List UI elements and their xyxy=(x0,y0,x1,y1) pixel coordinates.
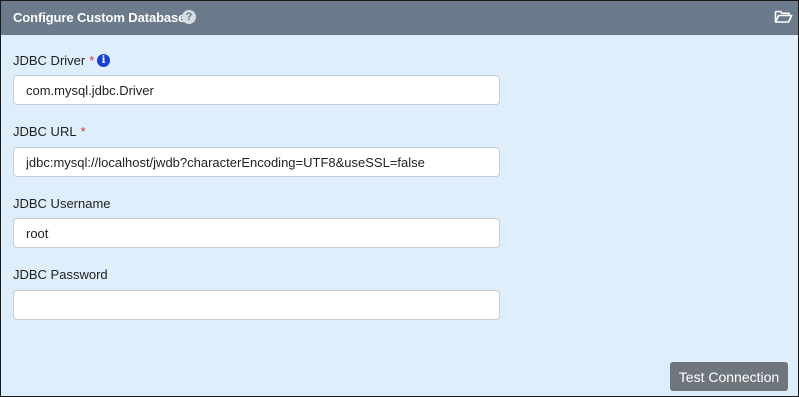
required-marker: * xyxy=(80,124,86,139)
jdbc-password-field[interactable] xyxy=(13,290,500,320)
required-marker: * xyxy=(89,53,95,68)
jdbc-username-label: JDBC Username xyxy=(13,196,111,211)
panel-title: Configure Custom Database xyxy=(13,10,186,25)
folder-open-icon[interactable] xyxy=(774,9,793,24)
question-circle-icon[interactable]: ? xyxy=(182,10,196,24)
jdbc-driver-field[interactable] xyxy=(13,75,500,105)
jdbc-username-field[interactable] xyxy=(13,218,500,248)
jdbc-driver-label-text: JDBC Driver xyxy=(13,53,86,68)
jdbc-url-label: JDBC URL * xyxy=(13,124,86,139)
info-circle-icon[interactable]: i xyxy=(97,54,110,67)
jdbc-password-label: JDBC Password xyxy=(13,267,108,282)
configure-database-panel: Configure Custom Database ? JDBC Driver *… xyxy=(0,0,799,397)
panel-header: Configure Custom Database ? xyxy=(1,1,798,35)
jdbc-driver-label: JDBC Driver * xyxy=(13,53,94,68)
test-connection-button[interactable]: Test Connection xyxy=(670,362,788,391)
jdbc-url-field[interactable] xyxy=(13,147,500,177)
jdbc-url-label-text: JDBC URL xyxy=(13,124,77,139)
